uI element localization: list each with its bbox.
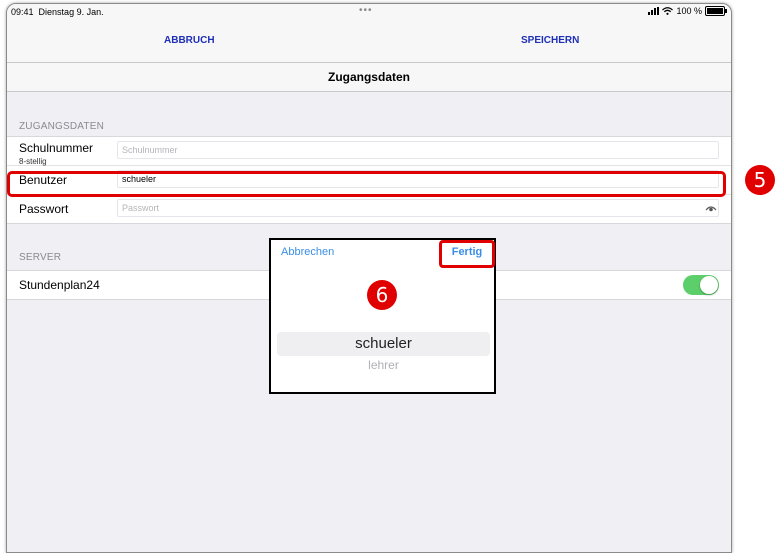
signal-icon: [648, 7, 660, 15]
picker-done-button[interactable]: Fertig: [439, 240, 495, 268]
status-date: Dienstag 9. Jan.: [38, 7, 104, 17]
eye-icon[interactable]: [705, 204, 717, 212]
section-header-credentials: ZUGANGSDATEN: [19, 121, 104, 132]
picker-option-selected[interactable]: schueler: [277, 332, 490, 356]
server-label: Stundenplan24: [19, 278, 100, 292]
section-header-server: SERVER: [19, 252, 62, 263]
status-clock: 09:41: [11, 7, 34, 17]
step-badge-6: 6: [367, 280, 397, 310]
user-row: Benutzer: [7, 166, 731, 195]
password-row: Passwort: [7, 195, 731, 223]
status-bar: 09:41 Dienstag 9. Jan. ••• 100 %: [7, 4, 731, 20]
status-indicators: 100 %: [648, 6, 727, 16]
multitasking-dots[interactable]: •••: [359, 5, 373, 16]
battery-icon: [705, 6, 727, 16]
password-label: Passwort: [19, 202, 69, 216]
school-number-label: Schulnummer: [19, 141, 94, 155]
page-title: Zugangsdaten: [327, 70, 410, 84]
cancel-button[interactable]: ABBRUCH: [164, 35, 215, 46]
server-toggle[interactable]: [683, 275, 719, 295]
password-input[interactable]: [117, 199, 719, 217]
step-badge-5: 5: [745, 165, 775, 195]
save-button[interactable]: SPEICHERN: [521, 35, 579, 46]
picker-cancel-button[interactable]: Abbrechen: [281, 246, 334, 258]
user-input[interactable]: [117, 170, 719, 188]
user-label: Benutzer: [19, 173, 68, 187]
school-number-sublabel: 8-stellig: [19, 157, 47, 166]
picker-option[interactable]: lehrer: [277, 358, 490, 372]
title-bar: Zugangsdaten: [7, 63, 731, 92]
user-type-picker: Abbrechen Fertig 6 schueler lehrer: [269, 238, 496, 394]
navigation-bar: ABBRUCH SPEICHERN: [7, 20, 731, 63]
wifi-icon: [662, 7, 674, 15]
status-time: 09:41 Dienstag 9. Jan.: [11, 7, 104, 17]
school-number-input[interactable]: [117, 141, 719, 159]
credentials-group: Schulnummer 8-stellig Benutzer Passwort: [7, 136, 731, 224]
school-number-row: Schulnummer 8-stellig: [7, 137, 731, 166]
battery-percent: 100 %: [676, 6, 702, 16]
